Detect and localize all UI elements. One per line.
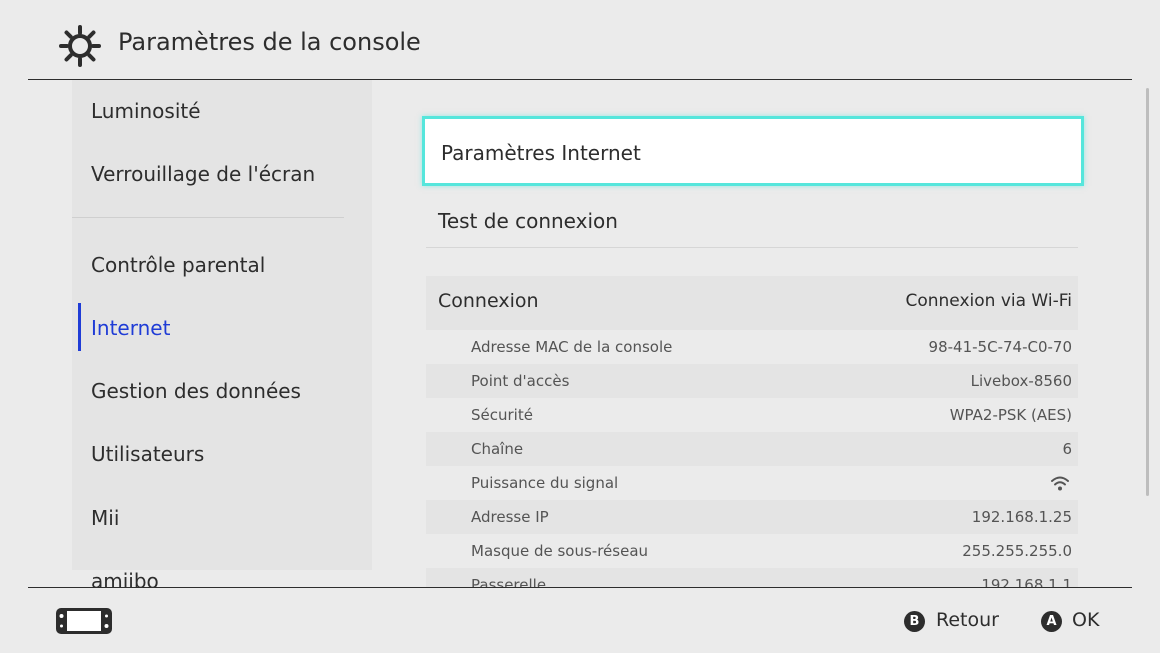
detail-value: WPA2-PSK (AES) — [949, 406, 1072, 424]
detail-row-subnet: Masque de sous-réseau 255.255.255.0 — [426, 534, 1078, 568]
detail-row-gateway: Passerelle 192.168.1.1 — [426, 568, 1078, 587]
detail-key: Adresse IP — [471, 508, 549, 526]
sidebar-divider — [72, 217, 344, 218]
b-button-icon: B — [904, 611, 925, 632]
sidebar-item-amiibo[interactable]: amiibo — [91, 569, 159, 587]
detail-value: 255.255.255.0 — [962, 542, 1072, 560]
header: Paramètres de la console — [0, 0, 1160, 80]
console-icon — [56, 608, 112, 634]
settings-screen: Paramètres de la console Luminosité Verr… — [0, 0, 1160, 653]
detail-key: Chaîne — [471, 440, 524, 458]
sidebar-item-internet[interactable]: Internet — [91, 316, 170, 340]
detail-row-signal: Puissance du signal — [426, 466, 1078, 500]
connection-test-label: Test de connexion — [438, 209, 618, 233]
detail-key: Adresse MAC de la console — [471, 338, 673, 356]
detail-row-security: Sécurité WPA2-PSK (AES) — [426, 398, 1078, 432]
detail-key: Puissance du signal — [471, 474, 619, 492]
sidebar: Luminosité Verrouillage de l'écran Contr… — [0, 80, 372, 587]
main-panel: Paramètres Internet Test de connexion Co… — [372, 80, 1160, 587]
gear-icon — [59, 25, 101, 67]
sidebar-item-mii[interactable]: Mii — [91, 506, 119, 530]
detail-value: 98-41-5C-74-C0-70 — [928, 338, 1072, 356]
connection-label: Connexion — [438, 290, 539, 312]
detail-value: 192.168.1.25 — [971, 508, 1072, 526]
internet-settings-label: Paramètres Internet — [441, 141, 641, 165]
detail-key: Masque de sous-réseau — [471, 542, 649, 560]
sidebar-item-luminosite[interactable]: Luminosité — [91, 99, 201, 123]
detail-row-mac: Adresse MAC de la console 98-41-5C-74-C0… — [426, 330, 1078, 364]
sidebar-item-controle-parental[interactable]: Contrôle parental — [91, 253, 265, 277]
internet-settings-button[interactable]: Paramètres Internet — [422, 116, 1084, 186]
sidebar-item-gestion-donnees[interactable]: Gestion des données — [91, 379, 301, 403]
detail-row-ip: Adresse IP 192.168.1.25 — [426, 500, 1078, 534]
footer: B Retour A OK — [0, 588, 1160, 653]
detail-key: Passerelle — [471, 576, 547, 587]
wifi-signal-icon — [1051, 476, 1069, 491]
scrollbar[interactable] — [1146, 88, 1149, 496]
connection-value: Connexion via Wi-Fi — [905, 291, 1072, 311]
active-indicator — [78, 303, 81, 351]
detail-value: 6 — [1062, 440, 1072, 458]
detail-value: 192.168.1.1 — [981, 576, 1072, 587]
detail-row-access-point: Point d'accès Livebox-8560 — [426, 364, 1078, 398]
connection-test-button[interactable]: Test de connexion — [426, 186, 1078, 248]
ok-button[interactable]: OK — [1072, 609, 1099, 631]
detail-value: Livebox-8560 — [970, 372, 1072, 390]
detail-key: Sécurité — [471, 406, 533, 424]
detail-key: Point d'accès — [471, 372, 570, 390]
back-button[interactable]: Retour — [936, 609, 999, 631]
connection-header: Connexion Connexion via Wi-Fi — [426, 276, 1078, 330]
a-button-icon: A — [1041, 611, 1062, 632]
detail-row-channel: Chaîne 6 — [426, 432, 1078, 466]
sidebar-item-verrouillage[interactable]: Verrouillage de l'écran — [91, 162, 315, 186]
sidebar-item-utilisateurs[interactable]: Utilisateurs — [91, 442, 204, 466]
page-title: Paramètres de la console — [118, 28, 421, 56]
